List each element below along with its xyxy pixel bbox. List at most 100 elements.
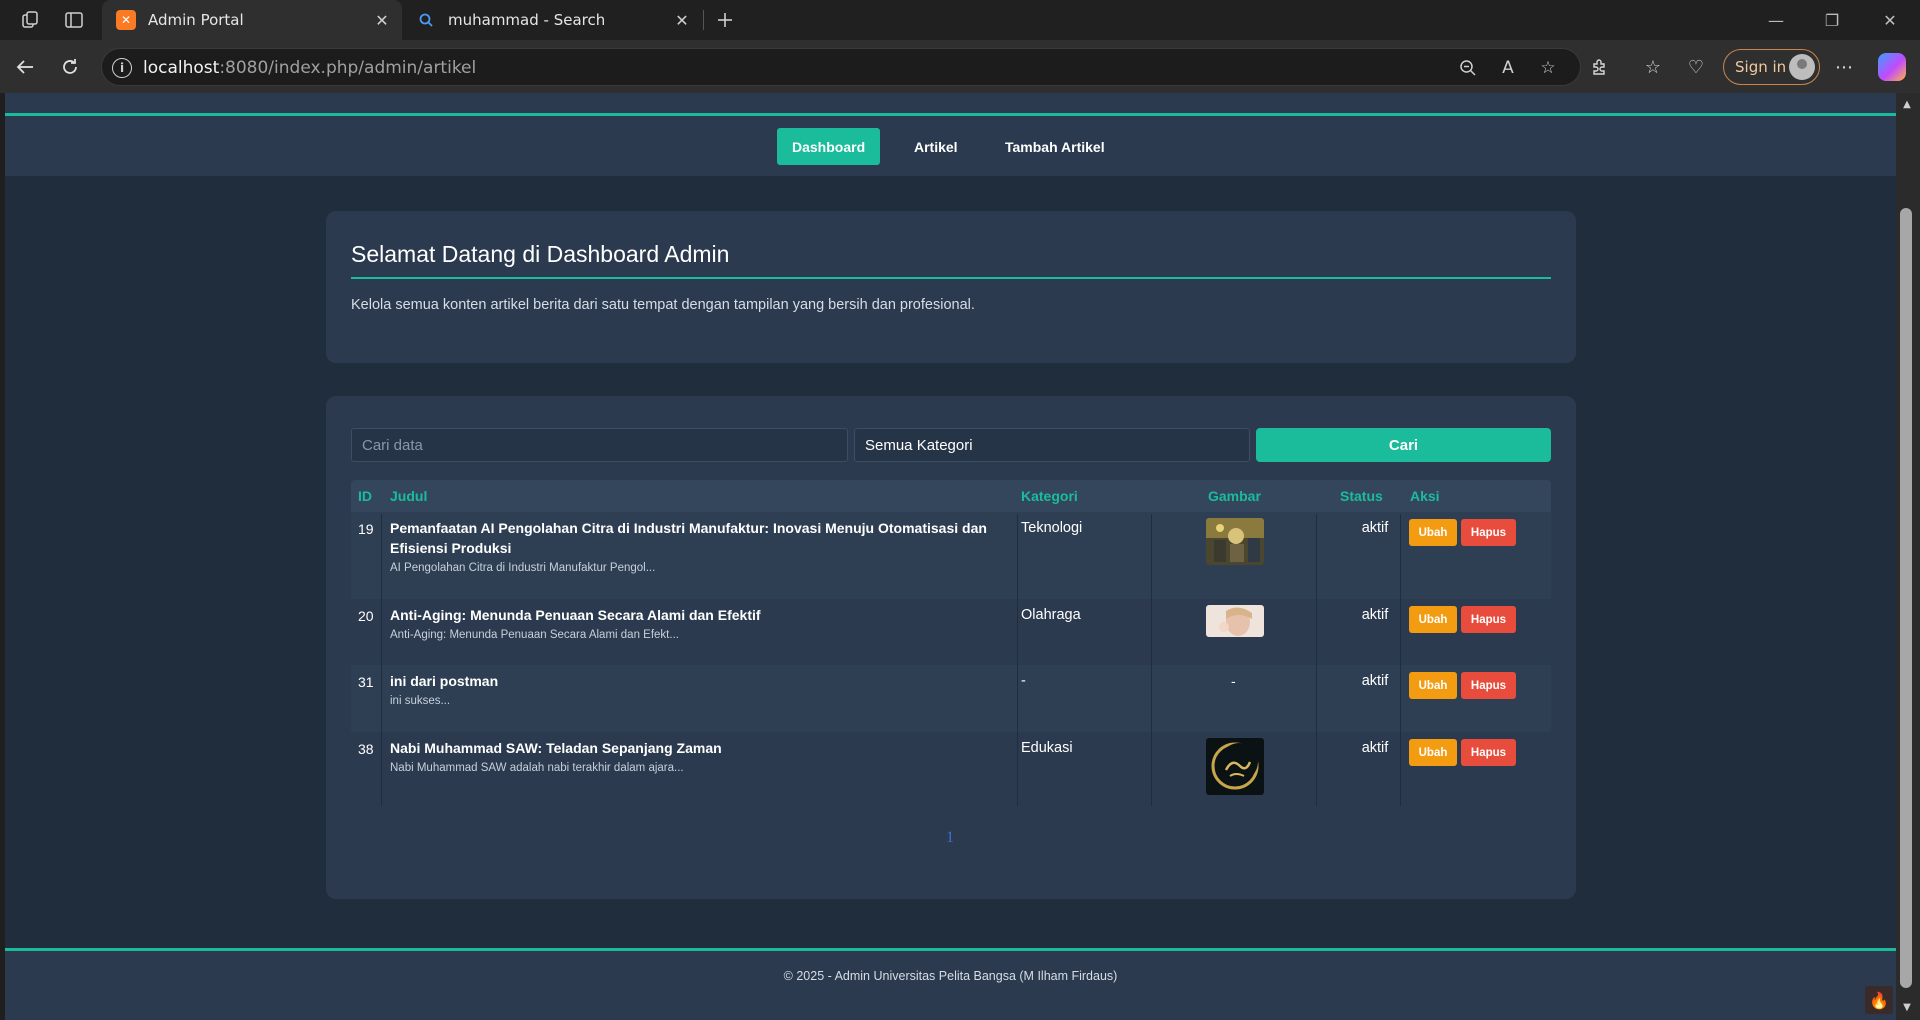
column-divider <box>1400 514 1401 806</box>
header-accent-line <box>5 113 1896 116</box>
vertical-tabs-icon[interactable] <box>62 8 86 32</box>
scrollbar-thumb[interactable] <box>1900 208 1912 988</box>
refresh-icon[interactable] <box>55 52 85 82</box>
ai-manufacturing-thumbnail <box>1206 518 1264 565</box>
row-category: Teknologi <box>1021 520 1083 536</box>
nav-tambah-artikel[interactable]: Tambah Artikel <box>990 128 1120 165</box>
delete-button[interactable]: Hapus <box>1461 519 1516 546</box>
column-header-aksi: Aksi <box>1410 488 1440 504</box>
column-header-kategori: Kategori <box>1021 488 1078 504</box>
row-excerpt: Nabi Muhammad SAW adalah nabi terakhir d… <box>390 762 684 774</box>
workspaces-icon[interactable] <box>18 8 42 32</box>
scroll-up-arrow-icon[interactable]: ▲ <box>1900 97 1914 111</box>
table-row: 38 Nabi Muhammad SAW: Teladan Sepanjang … <box>351 732 1551 808</box>
zoom-out-icon[interactable] <box>1455 55 1481 81</box>
close-window-icon[interactable]: ✕ <box>1862 0 1918 40</box>
article-table-card: Semua Kategori Cari ID Judul Kategori Ga… <box>326 396 1576 899</box>
browser-essentials-icon[interactable]: ♡ <box>1681 52 1711 82</box>
browser-toolbar: i localhost:8080/index.php/admin/artikel… <box>0 40 1920 93</box>
close-tab-icon[interactable]: ✕ <box>668 6 696 34</box>
delete-button[interactable]: Hapus <box>1461 739 1516 766</box>
edit-button[interactable]: Ubah <box>1409 672 1457 699</box>
table-row: 31 ini dari postman ini sukses... - - ak… <box>351 665 1551 732</box>
edit-button[interactable]: Ubah <box>1409 739 1457 766</box>
anti-aging-thumbnail <box>1206 605 1264 637</box>
delete-button[interactable]: Hapus <box>1461 672 1516 699</box>
row-id: 38 <box>358 741 374 757</box>
close-tab-icon[interactable]: ✕ <box>368 6 396 34</box>
welcome-card: Selamat Datang di Dashboard Admin Kelola… <box>326 211 1576 363</box>
xampp-icon: ✕ <box>116 10 136 30</box>
table-row: 20 Anti-Aging: Menunda Penuaan Secara Al… <box>351 599 1551 665</box>
row-id: 31 <box>358 674 374 690</box>
footer-copyright: © 2025 - Admin Universitas Pelita Bangsa… <box>783 969 1118 983</box>
table-header: ID Judul Kategori Gambar Status Aksi <box>351 480 1551 512</box>
category-select[interactable]: Semua Kategori <box>854 428 1250 462</box>
row-category: Olahraga <box>1021 607 1081 623</box>
row-title[interactable]: ini dari postman <box>390 671 1015 691</box>
row-excerpt: ini sukses... <box>390 695 451 707</box>
page-viewport: Dashboard Artikel Tambah Artikel Selamat… <box>5 93 1896 1020</box>
row-id: 20 <box>358 608 374 624</box>
favorite-star-icon[interactable]: ☆ <box>1535 55 1561 81</box>
column-header-id: ID <box>358 488 372 504</box>
search-input[interactable] <box>351 428 848 462</box>
tab-divider <box>703 10 704 30</box>
search-icon <box>416 10 436 30</box>
site-footer: © 2025 - Admin Universitas Pelita Bangsa… <box>5 951 1896 1020</box>
row-title[interactable]: Nabi Muhammad SAW: Teladan Sepanjang Zam… <box>390 738 1015 758</box>
tab-title: Admin Portal <box>148 11 244 29</box>
url-text[interactable]: localhost:8080/index.php/admin/artikel <box>143 58 476 78</box>
column-header-status: Status <box>1340 488 1383 504</box>
new-tab-icon[interactable] <box>713 8 737 32</box>
row-status: aktif <box>1361 673 1389 689</box>
tab-search[interactable]: muhammad - Search ✕ <box>402 0 702 40</box>
search-button[interactable]: Cari <box>1256 428 1551 462</box>
address-bar[interactable]: i localhost:8080/index.php/admin/artikel… <box>101 48 1581 86</box>
tab-admin-portal[interactable]: ✕ Admin Portal ✕ <box>102 0 402 40</box>
edit-button[interactable]: Ubah <box>1409 606 1457 633</box>
sign-in-button[interactable]: Sign in <box>1723 49 1820 85</box>
site-info-icon[interactable]: i <box>112 58 132 78</box>
column-divider <box>381 514 382 806</box>
row-excerpt: AI Pengolahan Citra di Industri Manufakt… <box>390 562 656 574</box>
nav-artikel[interactable]: Artikel <box>899 128 973 165</box>
read-aloud-icon[interactable]: A <box>1495 55 1521 81</box>
browser-tab-bar: ✕ Admin Portal ✕ muhammad - Search ✕ — ❐… <box>0 0 1920 40</box>
row-category: Edukasi <box>1021 740 1073 756</box>
column-header-gambar: Gambar <box>1208 488 1261 504</box>
title-underline <box>351 277 1551 279</box>
calligraphy-thumbnail <box>1206 738 1264 795</box>
row-title[interactable]: Anti-Aging: Menunda Penuaan Secara Alami… <box>390 605 1015 625</box>
profile-avatar-icon <box>1789 54 1815 80</box>
favorites-icon[interactable]: ☆ <box>1638 52 1668 82</box>
welcome-description: Kelola semua konten artikel berita dari … <box>351 297 975 313</box>
scroll-down-arrow-icon[interactable]: ▼ <box>1900 1000 1914 1014</box>
column-divider <box>1151 514 1152 806</box>
row-status: aktif <box>1361 607 1389 623</box>
table-row: 19 Pemanfaatan AI Pengolahan Citra di In… <box>351 512 1551 599</box>
row-status: aktif <box>1361 740 1389 756</box>
edit-button[interactable]: Ubah <box>1409 519 1457 546</box>
site-header: Dashboard Artikel Tambah Artikel <box>5 93 1896 176</box>
column-header-judul: Judul <box>390 488 428 504</box>
copilot-icon[interactable] <box>1878 53 1906 81</box>
extensions-icon[interactable] <box>1585 52 1615 82</box>
row-id: 19 <box>358 521 374 537</box>
nav-dashboard[interactable]: Dashboard <box>777 128 881 165</box>
delete-button[interactable]: Hapus <box>1461 606 1516 633</box>
column-divider <box>1316 514 1317 806</box>
back-arrow-icon[interactable] <box>10 52 40 82</box>
welcome-title: Selamat Datang di Dashboard Admin <box>351 241 730 267</box>
restore-icon[interactable]: ❐ <box>1804 0 1860 40</box>
minimize-icon[interactable]: — <box>1748 0 1804 40</box>
row-category: - <box>1021 673 1026 689</box>
row-image-placeholder: - <box>1231 673 1236 689</box>
column-divider <box>1017 514 1018 806</box>
row-excerpt: Anti-Aging: Menunda Penuaan Secara Alami… <box>390 629 679 641</box>
row-title[interactable]: Pemanfaatan AI Pengolahan Citra di Indus… <box>390 518 1015 558</box>
pagination-page-link[interactable]: 1 <box>946 829 954 847</box>
tab-title: muhammad - Search <box>448 11 606 29</box>
flame-extension-icon[interactable]: 🔥 <box>1865 986 1893 1014</box>
more-menu-icon[interactable]: ⋯ <box>1829 52 1859 82</box>
